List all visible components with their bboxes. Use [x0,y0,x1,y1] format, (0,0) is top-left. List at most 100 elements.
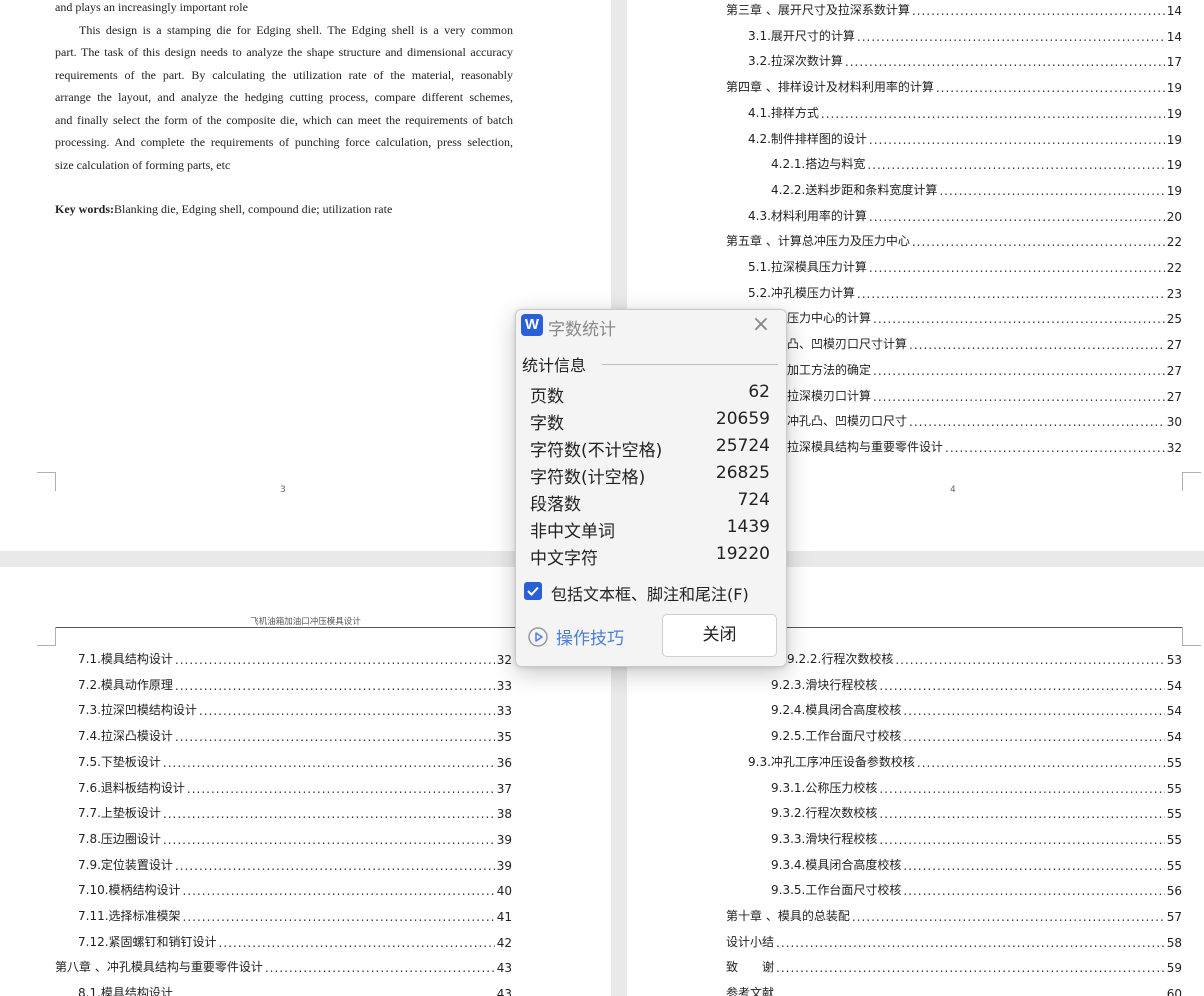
toc-entry-title: 致 谢 [726,960,775,975]
toc-entry-title: 7.9.定位装置设计 [78,857,173,872]
toc-entry[interactable]: 拉深模刃口计算.................................… [787,386,1182,404]
close-button[interactable]: 关闭 [662,614,777,657]
toc-entry-page: 39 [496,832,512,847]
toc-entry-title: 9.2.5.工作台面尺寸校核 [771,729,902,744]
toc-leader-dots: ........................................… [174,987,495,996]
toc-entry[interactable]: 拉深模具结构与重要零件设计...........................… [787,437,1182,455]
checkmark-icon [527,586,539,596]
toc-entry[interactable]: 8.1.模具结构设计..............................… [78,983,512,996]
toc-entry[interactable]: 加工方法的确定.................................… [787,360,1182,378]
close-icon[interactable]: × [749,313,773,337]
toc-entry[interactable]: 7.1.模具结构设计..............................… [78,649,512,667]
toc-entry-title: 7.5.下垫板设计 [78,754,161,769]
toc-leader-dots: ........................................… [776,961,1165,976]
toc-entry[interactable]: 9.2.4.模具闭合高度校核..........................… [771,700,1182,718]
keywords-text: Blanking die, Edging shell, compound die… [114,202,393,216]
toc-entry[interactable]: 致 谢.....................................… [726,957,1182,975]
toc-entry[interactable]: 冲孔凸、凹模刃口尺寸..............................… [787,411,1182,429]
toc-entry-page: 33 [496,704,512,719]
toc-entry[interactable]: 3.1.展开尺寸的计算.............................… [748,26,1182,44]
toc-entry[interactable]: 9.3.1.公称压力校核............................… [771,778,1182,796]
toc-entry[interactable]: 7.10.模柄结构设计.............................… [78,880,512,898]
stat-label: 字数 [530,414,564,434]
toc-entry-title: 4.2.2.送料步距和条料宽度计算 [771,182,938,197]
toc-entry-page: 32 [496,653,512,667]
toc-leader-dots: ........................................… [162,807,495,822]
toc-entry[interactable]: 9.3.4.模具闭合高度校核..........................… [771,855,1182,873]
toc-entry-page: 19 [1166,81,1182,96]
toc-entry[interactable]: 7.3.拉深凹模结构设计............................… [78,700,512,718]
toc-entry[interactable]: 压力中心的计算.................................… [787,308,1182,326]
toc-entry[interactable]: 凸、凹模刃口尺寸计算..............................… [787,334,1182,352]
toc-entry[interactable]: 7.2.模具动作原理..............................… [78,675,512,693]
toc-entry[interactable]: 7.12.紧固螺钉和销钉设计..........................… [78,932,512,950]
toc-entry[interactable]: 7.4.拉深凸模设计..............................… [78,726,512,744]
stat-value: 1439 [726,517,770,537]
toc-entry-page: 41 [496,910,512,924]
toc-entry-page: 25 [1166,312,1182,327]
toc-entry[interactable]: 第三章 、展开尺寸及拉深系数计算........................… [726,0,1182,18]
toc-leader-dots: ........................................… [182,884,495,899]
toc-entry[interactable]: 5.2.冲孔模压力计算.............................… [748,283,1182,301]
toc-leader-dots: ........................................… [895,653,1165,667]
toc-entry-title: 7.1.模具结构设计 [78,652,173,666]
page-number: 3 [280,485,286,495]
toc-entry[interactable]: 7.11.选择标准模架.............................… [78,906,512,924]
stat-label: 字符数(不计空格) [530,441,663,461]
toc-entry[interactable]: 5.1.拉深模具压力计算............................… [748,257,1182,275]
toc-leader-dots: ........................................… [903,730,1164,745]
toc-entry[interactable]: 9.2.3.滑块行程校核............................… [771,675,1182,693]
toc-entry[interactable]: 9.2.2.行程次数校核............................… [787,649,1182,667]
toc-entry[interactable]: 7.7.上垫板设计...............................… [78,803,512,821]
toc-entry[interactable]: 9.2.5.工作台面尺寸校核..........................… [771,726,1182,744]
page-corner-mark [1182,627,1201,646]
toc-leader-dots: ........................................… [868,261,1165,275]
toc-leader-dots: ........................................… [903,884,1164,899]
toc-entry[interactable]: 参考文献....................................… [726,983,1182,996]
toc-entry[interactable]: 9.3.冲孔工序冲压设备参数校核........................… [748,752,1182,770]
stat-row-chars-with-spaces: 字符数(计空格) 26825 [530,463,770,489]
toc-entry-title: 9.3.3.滑块行程校核 [771,831,878,846]
toc-entry-title: 9.2.3.滑块行程校核 [771,677,878,692]
toc-entry[interactable]: 7.5.下垫板设计...............................… [78,752,512,770]
toc-entry-page: 43 [496,987,512,996]
toc-entry[interactable]: 第八章 、冲孔模具结构与重要零件设计......................… [55,957,512,975]
toc-entry[interactable]: 设计小结....................................… [726,932,1182,950]
toc-entry-page: 19 [1166,158,1182,173]
toc-entry[interactable]: 9.3.5.工作台面尺寸校核..........................… [771,880,1182,898]
toc-entry[interactable]: 第五章 、计算总冲压力及压力中心........................… [726,231,1182,249]
toc-entry[interactable]: 9.3.3.滑块行程校核............................… [771,829,1182,847]
toc-entry[interactable]: 4.2.制件排样图的设计............................… [748,129,1182,147]
toc-entry[interactable]: 第四章 、排样设计及材料利用率的计算......................… [726,77,1182,95]
toc-entry-page: 33 [496,678,512,693]
toc-entry-page: 27 [1166,338,1182,353]
include-textbox-checkbox[interactable] [524,582,542,600]
toc-entry[interactable]: 7.8.压边圈设计...............................… [78,829,512,847]
toc-leader-dots: ........................................… [820,106,1165,121]
toc-entry-page: 19 [1166,132,1182,147]
toc-entry[interactable]: 4.1.排样方式................................… [748,103,1182,121]
toc-entry-title: 4.2.1.搭边与料宽 [771,157,866,172]
toc-entry[interactable]: 7.6.退料板结构设计.............................… [78,778,512,796]
toc-entry[interactable]: 第十章 、模具的总装配.............................… [726,906,1182,924]
toc-entry-page: 38 [496,807,512,822]
toc-entry-title: 冲孔凸、凹模刃口尺寸 [787,414,908,429]
stat-row-pages: 页数 62 [530,382,770,408]
toc-entry-page: 19 [1166,183,1182,198]
abstract-english: and plays an increasingly important role… [55,0,513,221]
stat-value: 26825 [715,463,770,483]
tips-label[interactable]: 操作技巧 [556,624,624,649]
toc-entry[interactable]: 4.2.2.送料步距和条料宽度计算.......................… [771,180,1182,198]
toc-entry[interactable]: 4.2.1.搭边与料宽.............................… [771,154,1182,172]
toc-leader-dots: ........................................… [198,704,495,719]
toc-entry-page: 17 [1166,55,1182,70]
tips-link[interactable]: 操作技巧 [528,624,624,649]
toc-entry-page: 43 [496,961,512,976]
toc-entry[interactable]: 9.3.2.行程次数校核............................… [771,803,1182,821]
toc-entry-title: 7.11.选择标准模架 [78,909,181,923]
toc-entry[interactable]: 4.3.材料利用率的计算............................… [748,206,1182,224]
toc-entry[interactable]: 7.9.定位装置设计..............................… [78,855,512,873]
toc-entry[interactable]: 3.2.拉深次数计算..............................… [748,51,1182,69]
include-textbox-label[interactable]: 包括文本框、脚注和尾注(F) [551,581,749,605]
toc-entry-page: 14 [1166,4,1182,18]
